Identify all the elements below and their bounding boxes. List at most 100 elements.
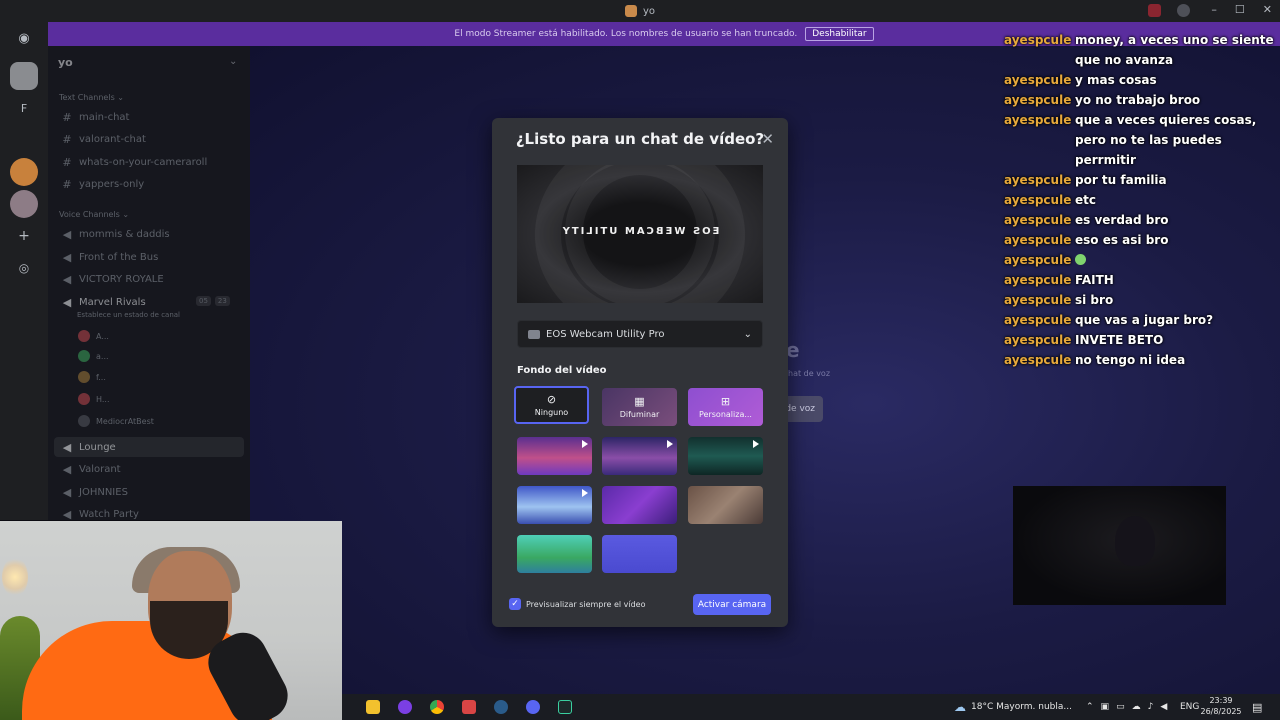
hash-icon: # — [62, 156, 72, 169]
weather-widget[interactable]: ☁ 18°C Mayorm. nubla... — [954, 694, 1072, 720]
chat-username: ayespcule — [1004, 113, 1072, 127]
category-text[interactable]: Text Channels ⌄ — [59, 93, 124, 102]
volume-icon[interactable]: ◀ — [1160, 702, 1167, 712]
bg-thumbnail-cozy-room[interactable] — [688, 486, 763, 524]
voice-channel-johnnies[interactable]: ◀ JOHNNIES — [61, 486, 128, 499]
system-tray[interactable]: ⌃ ▣ ▭ ☁ ♪ ◀ — [1086, 694, 1167, 720]
speaker-icon: ◀ — [62, 273, 72, 286]
server-letter[interactable]: F — [10, 94, 38, 122]
channel-yappers[interactable]: # yappers-only — [61, 178, 144, 191]
onedrive-icon[interactable]: ☁ — [1132, 702, 1141, 712]
network-icon[interactable]: ▭ — [1116, 702, 1125, 712]
help-icon[interactable] — [1177, 4, 1190, 17]
voice-channel-lounge[interactable]: ◀ Lounge — [61, 441, 116, 454]
category-voice[interactable]: Voice Channels ⌄ — [59, 210, 129, 219]
streamer-message: El modo Streamer está habilitado. Los no… — [454, 29, 798, 39]
server-icon-friends[interactable] — [10, 190, 38, 218]
speaker-icon: ◀ — [62, 251, 72, 264]
activate-camera-button[interactable]: Activar cámara — [693, 594, 771, 615]
bg-thumbnail-snow[interactable] — [517, 486, 592, 524]
close-icon[interactable]: ✕ — [761, 130, 774, 148]
bg-thumbnail-mushroom-night[interactable] — [602, 437, 677, 475]
chat-text: FAITH — [1075, 273, 1114, 287]
clock[interactable]: 23:39 26/8/2025 — [1198, 695, 1244, 717]
speaker-icon: ◀ — [62, 486, 72, 499]
participant-video-tile[interactable] — [1013, 486, 1226, 605]
bg-thumbnail-forest[interactable] — [517, 535, 592, 573]
bg-thumbnail-discord-lips[interactable] — [602, 535, 677, 573]
voice-counts: 05 23 — [196, 296, 230, 306]
notes-app-icon[interactable] — [366, 700, 380, 714]
voice-member[interactable]: a... — [78, 350, 109, 362]
background-section-label: Fondo del vídeo — [517, 365, 607, 376]
hash-icon: # — [62, 111, 72, 124]
bg-thumbnail-mushroom[interactable] — [517, 437, 592, 475]
chat-text: si bro — [1075, 293, 1114, 307]
add-server-icon[interactable]: + — [10, 222, 38, 250]
chat-username: ayespcule — [1004, 193, 1072, 207]
chevron-down-icon[interactable]: ⌄ — [229, 56, 237, 67]
play-icon — [667, 440, 673, 448]
modal-title: ¿Listo para un chat de vídeo? — [515, 130, 765, 148]
minimize-button[interactable]: – — [1211, 3, 1217, 16]
server-name[interactable]: yo — [58, 56, 73, 69]
camera-icon — [528, 329, 540, 339]
camera-select[interactable]: EOS Webcam Utility Pro ⌄ — [517, 320, 763, 348]
discover-icon[interactable]: ◎ — [10, 254, 38, 282]
voice-status[interactable]: Establece un estado de canal — [77, 311, 180, 319]
steam-icon[interactable] — [494, 700, 508, 714]
bg-option-blur[interactable]: ▦ Difuminar — [602, 388, 677, 426]
chat-text: que vas a jugar bro? — [1075, 313, 1214, 327]
voice-channel-marvel[interactable]: ◀ Marvel Rivals — [61, 296, 146, 309]
notification-icon[interactable]: ▤ — [1252, 694, 1262, 720]
chat-username: ayespcule — [1004, 233, 1072, 247]
server-avatar[interactable] — [10, 62, 38, 90]
close-window-button[interactable]: ✕ — [1263, 3, 1272, 16]
voice-member[interactable]: H... — [78, 393, 110, 405]
bg-option-custom[interactable]: ⊞ Personaliza... — [688, 388, 763, 426]
voice-channel-front-bus[interactable]: ◀ Front of the Bus — [61, 251, 159, 264]
bg-thumbnail-arcade[interactable] — [688, 437, 763, 475]
always-preview-row[interactable]: ✓ Previsualizar siempre el vídeo — [509, 598, 646, 610]
camera-preview: EOS WEBCAM UTILITY — [517, 165, 763, 303]
chat-text: por tu familia — [1075, 173, 1167, 187]
speaker-icon: ◀ — [62, 441, 72, 454]
voice-member[interactable]: MediocrAtBest — [78, 415, 154, 427]
webcam-overlay — [0, 521, 342, 720]
screen: yo – ☐ ✕ ◉ F + ◎ yo ⌄ Text Channels ⌄ # m… — [0, 0, 1280, 720]
chat-message: ayespcule es verdad bro — [1004, 210, 1276, 230]
voice-channel-watch-party[interactable]: ◀ Watch Party — [61, 508, 139, 521]
app-icon-red[interactable] — [462, 700, 476, 714]
hash-icon: # — [62, 178, 72, 191]
discord-home-icon[interactable]: ◉ — [10, 24, 38, 52]
app-icon-purple[interactable] — [398, 700, 412, 714]
maximize-button[interactable]: ☐ — [1235, 3, 1245, 16]
voice-channel-victory[interactable]: ◀ VICTORY ROYALE — [61, 273, 164, 286]
bg-thumbnail-purple-city[interactable] — [602, 486, 677, 524]
chat-text: INVETE BETO — [1075, 333, 1164, 347]
voice-member[interactable]: f... — [78, 371, 106, 383]
hash-icon: # — [62, 133, 72, 146]
disable-streamer-button[interactable]: Deshabilitar — [805, 27, 874, 41]
chrome-icon[interactable] — [430, 700, 444, 714]
chat-message: ayespcule yo no trabajo broo — [1004, 90, 1276, 110]
channel-main-chat[interactable]: # main-chat — [61, 111, 129, 124]
inbox-icon[interactable] — [1148, 4, 1161, 17]
tray-app-icon[interactable]: ▣ — [1101, 702, 1110, 712]
voice-channel-valorant[interactable]: ◀ Valorant — [61, 463, 121, 476]
microphone-icon[interactable]: ♪ — [1148, 702, 1154, 712]
chat-message: ayespcule FAITH — [1004, 270, 1276, 290]
terminal-icon[interactable] — [558, 700, 572, 714]
language-indicator[interactable]: ENG — [1180, 694, 1199, 720]
voice-member[interactable]: A... — [78, 330, 109, 342]
blur-icon: ▦ — [634, 394, 645, 408]
server-icon-game[interactable] — [10, 158, 38, 186]
discord-taskbar-icon[interactable] — [526, 700, 540, 714]
channel-valorant-chat[interactable]: # valorant-chat — [61, 133, 146, 146]
chat-message: ayespcule por tu familia — [1004, 170, 1276, 190]
check-icon[interactable]: ✓ — [509, 598, 521, 610]
chevron-up-icon[interactable]: ⌃ — [1086, 702, 1094, 712]
channel-cameraroll[interactable]: # whats-on-your-cameraroll — [61, 156, 207, 169]
bg-option-none[interactable]: ⊘ Ninguno — [514, 386, 589, 424]
voice-channel-mommis[interactable]: ◀ mommis & daddis — [61, 228, 170, 241]
